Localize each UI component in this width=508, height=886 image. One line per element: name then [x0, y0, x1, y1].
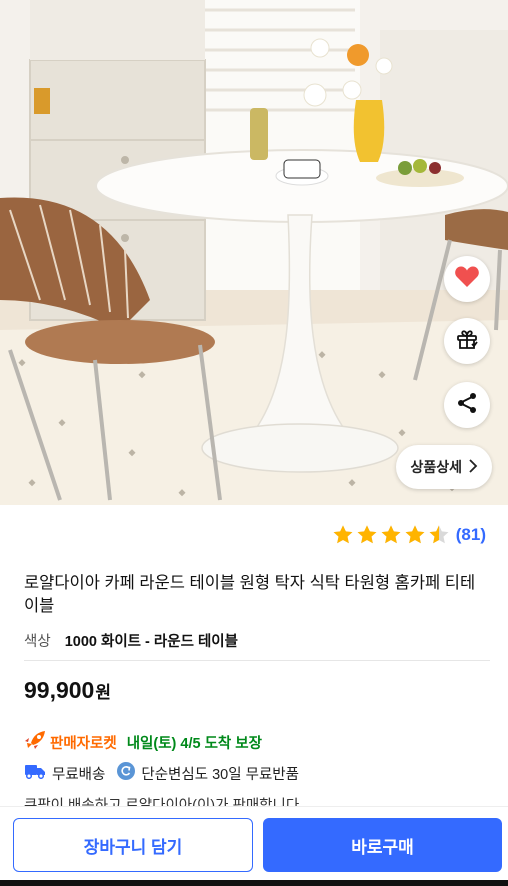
star-icon: [357, 525, 377, 544]
free-return-badge: 단순변심도 30일 무료반품: [117, 762, 299, 784]
share-icon: [455, 391, 479, 420]
free-shipping-label: 무료배송: [52, 766, 106, 783]
screen-bottom-edge: [0, 880, 508, 886]
review-count[interactable]: (81): [456, 525, 486, 545]
heart-icon: [454, 265, 480, 294]
star-icon: [405, 525, 425, 544]
rocket-icon: [24, 730, 46, 754]
rating-summary[interactable]: (81): [332, 524, 486, 546]
buy-now-button[interactable]: 바로구매: [263, 818, 502, 872]
shipping-badges: 무료배송 단순변심도 30일 무료반품: [24, 762, 299, 784]
like-button[interactable]: [444, 256, 490, 302]
product-title: 로얄다이아 카페 라운드 테이블 원형 탁자 식탁 타원형 홈카페 티테이블: [24, 574, 476, 615]
gift-icon: [455, 327, 479, 356]
option-label: 색상: [24, 634, 51, 650]
product-detail-label: 상품상세: [410, 459, 462, 475]
selected-option[interactable]: 색상 1000 화이트 - 라운드 테이블: [24, 630, 238, 651]
delivery-eta: 내일(토) 4/5 도착 보장: [126, 735, 262, 752]
delivery-info: 판매자로켓 내일(토) 4/5 도착 보장: [24, 730, 262, 754]
price-value: 99,900: [24, 677, 95, 703]
add-to-cart-button[interactable]: 장바구니 담기: [13, 818, 253, 872]
product-detail-button[interactable]: 상품상세: [396, 445, 492, 489]
free-shipping-badge: 무료배송: [24, 763, 105, 784]
free-return-label: 단순변심도 30일 무료반품: [141, 766, 299, 783]
option-value: 1000 화이트 - 라운드 테이블: [64, 634, 238, 650]
rocket-label: 판매자로켓: [50, 735, 117, 752]
star-icon: [333, 525, 353, 544]
gift-button[interactable]: [444, 318, 490, 364]
bottom-action-bar: 장바구니 담기 바로구매: [0, 806, 508, 886]
share-button[interactable]: [444, 382, 490, 428]
product-image[interactable]: 상품상세: [0, 0, 508, 505]
product-photo-illustration: [0, 0, 508, 505]
rocket-badge: 판매자로켓: [24, 730, 117, 754]
return-icon: [117, 762, 136, 784]
divider: [24, 660, 490, 661]
chevron-right-icon: [468, 458, 478, 476]
truck-icon: [24, 763, 46, 783]
price-currency: 원: [95, 683, 111, 702]
star-icon: [381, 525, 401, 544]
star-rating: [332, 524, 450, 546]
price: 99,900원: [24, 677, 111, 704]
star-icon: [429, 525, 449, 544]
